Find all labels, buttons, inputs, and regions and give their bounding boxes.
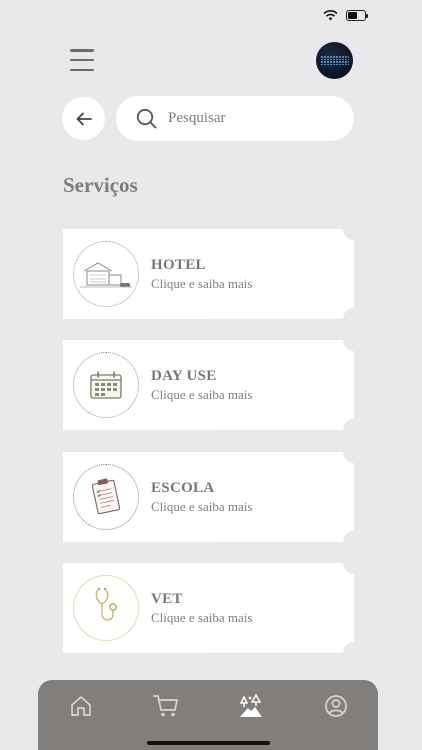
- back-button[interactable]: [62, 97, 105, 140]
- service-card-vet[interactable]: VET Clique e saiba mais: [63, 563, 354, 653]
- page-title: Serviços: [63, 173, 138, 197]
- service-title: ESCOLA: [151, 480, 215, 496]
- service-subtitle: Clique e saiba mais: [151, 276, 253, 291]
- arrow-left-icon: [76, 112, 92, 125]
- menu-button[interactable]: [70, 49, 94, 71]
- avatar[interactable]: [316, 42, 353, 79]
- home-indicator: [147, 741, 270, 745]
- tab-services[interactable]: [231, 690, 271, 722]
- battery-icon: [346, 10, 368, 21]
- search-icon: [136, 108, 157, 129]
- search-bar[interactable]: [116, 96, 354, 141]
- status-bar: [323, 10, 368, 21]
- tab-home[interactable]: [61, 690, 101, 722]
- tab-cart[interactable]: [146, 690, 186, 722]
- tab-profile[interactable]: [316, 690, 356, 722]
- profile-icon: [324, 695, 347, 717]
- search-input[interactable]: [168, 110, 328, 127]
- home-icon: [70, 696, 91, 716]
- service-card-day-use[interactable]: DAY USE Clique e saiba mais: [63, 340, 354, 430]
- service-subtitle: Clique e saiba mais: [151, 387, 253, 402]
- service-card-hotel[interactable]: HOTEL Clique e saiba mais: [63, 229, 354, 319]
- wifi-icon: [323, 10, 338, 21]
- tab-bar: [38, 680, 378, 750]
- service-title: DAY USE: [151, 368, 217, 384]
- hotel-icon: [73, 241, 139, 307]
- service-subtitle: Clique e saiba mais: [151, 610, 253, 625]
- stethoscope-icon: [73, 575, 139, 641]
- service-title: VET: [151, 591, 183, 607]
- service-card-escola[interactable]: ESCOLA Clique e saiba mais: [63, 452, 354, 542]
- clipboard-icon: [73, 464, 139, 530]
- service-title: HOTEL: [151, 257, 206, 273]
- calendar-icon: [73, 352, 139, 418]
- services-icon: [239, 693, 262, 717]
- service-subtitle: Clique e saiba mais: [151, 499, 253, 514]
- cart-icon: [152, 695, 178, 717]
